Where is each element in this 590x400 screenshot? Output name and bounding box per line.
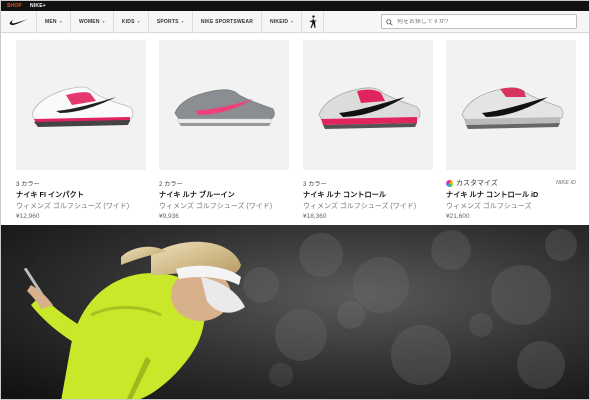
product-card[interactable]: カスタマイズ NIKE iD ナイキ ルナ コントロール iD ウィメンズ ゴル…: [446, 40, 576, 224]
nikeid-badge: NIKE iD: [555, 180, 576, 186]
nike-logo-icon[interactable]: [1, 10, 37, 33]
color-count: 3 カラー: [303, 180, 327, 188]
nav-item-women[interactable]: WOMEN ▾: [71, 10, 114, 33]
product-card[interactable]: 3 カラー ナイキ ルナ コントロール ウィメンズ ゴルフシューズ (ワイド) …: [303, 40, 433, 224]
product-card[interactable]: 3 カラー ナイキ FI インパクト ウィメンズ ゴルフシューズ (ワイド) ¥…: [16, 40, 146, 224]
product-subtitle: ウィメンズ ゴルフシューズ (ワイド): [303, 203, 417, 210]
product-subtitle: ウィメンズ ゴルフシューズ (ワイド): [16, 203, 130, 210]
product-subtitle: ウィメンズ ゴルフシューズ: [446, 203, 532, 210]
product-title[interactable]: ナイキ ルナ ブルーイン: [159, 190, 289, 200]
jordan-logo-icon[interactable]: [302, 10, 325, 33]
product-image[interactable]: [303, 40, 433, 170]
nav-label: NIKEID: [270, 18, 289, 25]
golf-shoe-icon: [174, 89, 275, 126]
customize-row[interactable]: カスタマイズ NIKE iD: [446, 178, 576, 188]
product-image[interactable]: [16, 40, 146, 170]
search-box[interactable]: [381, 14, 577, 29]
golf-shoe-icon: [31, 86, 134, 127]
nav-item-kids[interactable]: KIDS ▾: [114, 10, 149, 33]
hero-banner[interactable]: [1, 225, 589, 399]
nav-item-men[interactable]: MEN ▾: [37, 10, 71, 33]
color-count: 3 カラー: [16, 180, 40, 188]
golf-shoe-icon: [318, 87, 421, 129]
page: SHOP NIKE+ MEN ▾ WOMEN ▾ KIDS ▾ SPORTS ▾ NIK…: [0, 0, 590, 400]
product-card[interactable]: 2 カラー ナイキ ルナ ブルーイン ウィメンズ ゴルフシューズ (ワイド) ¥…: [159, 40, 289, 224]
product-price: ¥9,936: [159, 213, 179, 220]
golfer-photo: [1, 225, 589, 399]
nav-label: NIKE SPORTSWEAR: [200, 18, 254, 25]
product-price: ¥18,360: [303, 213, 327, 220]
product-grid: 3 カラー ナイキ FI インパクト ウィメンズ ゴルフシューズ (ワイド) ¥…: [1, 34, 589, 224]
nav-label: WOMEN: [78, 18, 100, 25]
main-nav: MEN ▾ WOMEN ▾ KIDS ▾ SPORTS ▾ NIKE SPORTSWEA…: [1, 10, 589, 33]
customize-color-wheel-icon: [446, 179, 453, 187]
nav-item-sports[interactable]: SPORTS ▾: [149, 10, 193, 33]
search-input[interactable]: [397, 18, 567, 25]
shop-link[interactable]: SHOP: [7, 3, 22, 9]
product-price: ¥12,960: [16, 213, 40, 220]
chevron-down-icon: ▾: [291, 19, 294, 24]
nav-label: SPORTS: [156, 18, 179, 25]
search-icon: [386, 13, 393, 31]
product-title[interactable]: ナイキ FI インパクト: [16, 190, 146, 200]
top-bar: SHOP NIKE+: [1, 1, 589, 11]
nav-label: MEN: [45, 18, 57, 25]
product-image[interactable]: [446, 40, 576, 170]
product-image[interactable]: [159, 40, 289, 170]
product-title[interactable]: ナイキ ルナ コントロール: [303, 190, 433, 200]
chevron-down-icon: ▾: [137, 19, 140, 24]
nikeplus-link[interactable]: NIKE+: [30, 3, 46, 9]
chevron-down-icon: ▾: [59, 19, 62, 24]
chevron-down-icon: ▾: [181, 19, 184, 24]
golf-shoe-icon: [461, 87, 564, 129]
nav-item-sportswear[interactable]: NIKE SPORTSWEAR: [193, 10, 263, 33]
chevron-down-icon: ▾: [102, 19, 105, 24]
product-title[interactable]: ナイキ ルナ コントロール iD: [446, 190, 576, 200]
product-subtitle: ウィメンズ ゴルフシューズ (ワイド): [159, 203, 273, 210]
customize-label: カスタマイズ: [456, 180, 498, 187]
nav-item-nikeid[interactable]: NIKEID ▾: [262, 10, 303, 33]
product-price: ¥21,600: [446, 213, 470, 220]
nav-label: KIDS: [121, 18, 135, 25]
color-count: 2 カラー: [159, 180, 183, 188]
